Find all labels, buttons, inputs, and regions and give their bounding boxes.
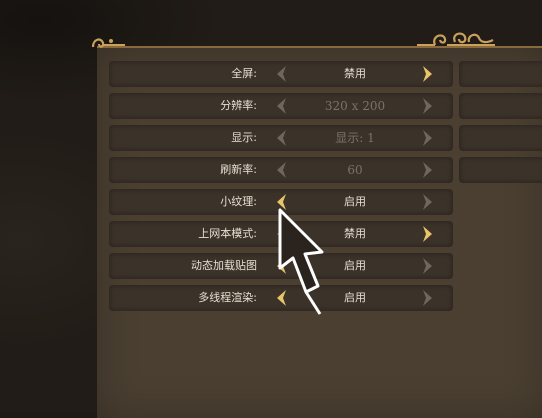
chevron-right-icon[interactable] bbox=[421, 289, 435, 307]
setting-row[interactable]: 显示: 显示: 1 bbox=[109, 125, 453, 151]
side-column-row bbox=[459, 93, 542, 119]
setting-value: 320 x 200 bbox=[324, 99, 386, 113]
chevron-right-icon[interactable] bbox=[421, 225, 435, 243]
setting-row[interactable]: 刷新率: 60 bbox=[109, 157, 453, 183]
mouse-pointer-icon bbox=[278, 208, 324, 315]
setting-label: 上网本模式: bbox=[198, 227, 257, 240]
setting-label: 多线程渲染: bbox=[198, 291, 257, 304]
side-column-row bbox=[459, 125, 542, 151]
chevron-right-icon[interactable] bbox=[421, 97, 435, 115]
setting-label: 刷新率: bbox=[220, 163, 257, 176]
setting-label: 动态加载贴图 bbox=[191, 259, 257, 272]
setting-row[interactable]: 分辨率: 320 x 200 bbox=[109, 93, 453, 119]
chevron-right-icon[interactable] bbox=[421, 257, 435, 275]
side-column-row bbox=[459, 61, 542, 87]
setting-label: 分辨率: bbox=[220, 99, 257, 112]
frame-ornament-left-icon bbox=[91, 38, 125, 48]
setting-label: 全屏: bbox=[231, 67, 257, 80]
side-column-row bbox=[459, 157, 542, 183]
setting-row[interactable]: 全屏: 禁用 bbox=[109, 61, 453, 87]
setting-value: 60 bbox=[347, 163, 363, 177]
setting-label: 显示: bbox=[231, 131, 257, 144]
chevron-right-icon[interactable] bbox=[421, 193, 435, 211]
frame-ornament-right-icon bbox=[417, 32, 495, 46]
setting-value: 禁用 bbox=[344, 67, 366, 80]
chevron-right-icon[interactable] bbox=[421, 129, 435, 147]
setting-value: 显示: 1 bbox=[335, 131, 375, 145]
setting-label: 小纹理: bbox=[220, 195, 257, 208]
chevron-right-icon[interactable] bbox=[421, 161, 435, 179]
chevron-right-icon[interactable] bbox=[421, 65, 435, 83]
